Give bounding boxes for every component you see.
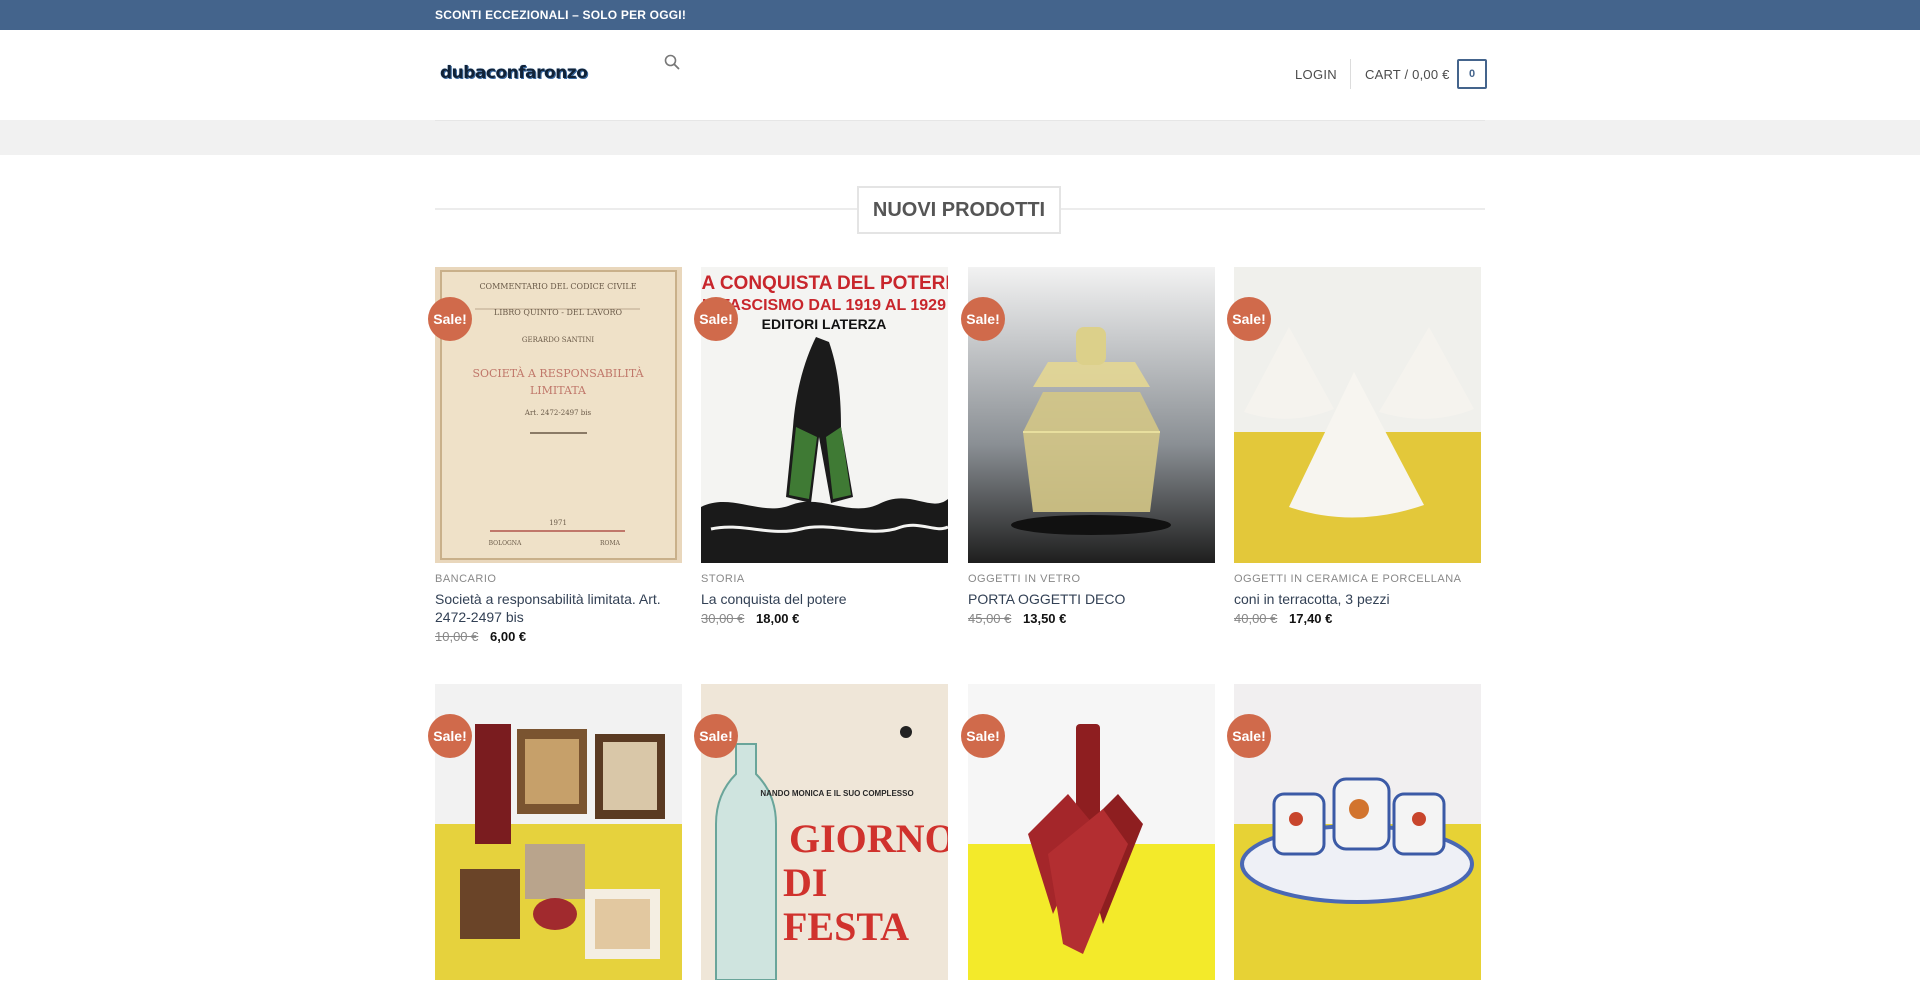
product-image[interactable]: NANDO MONICA E IL SUO COMPLESSO GIORNO D… (701, 684, 948, 980)
old-price: 45,00 € (968, 611, 1012, 626)
book-text-4: SOCIETÀ A RESPONSABILITÀ (472, 366, 644, 380)
book-text-2: LIBRO QUINTO - DEL LAVORO (494, 308, 623, 317)
section-header: NUOVI PRODOTTI (435, 186, 1485, 234)
product-name[interactable]: PORTA OGGETTI DECO (968, 590, 1208, 608)
sale-badge: Sale! (961, 297, 1005, 341)
book-text-1: LA CONQUISTA DEL POTERE (701, 273, 948, 294)
book-text-9: ROMA (600, 540, 621, 547)
product-image[interactable] (1234, 684, 1481, 980)
book-text-7: 1971 (549, 519, 567, 527)
login-link[interactable]: LOGIN (1295, 67, 1337, 82)
book-text-1: COMMENTARIO DEL CODICE CIVILE (479, 282, 636, 291)
sale-badge: Sale! (1227, 297, 1271, 341)
header-separator (435, 120, 1485, 121)
announcement-text: SCONTI ECCEZIONALI – SOLO PER OGGI! (435, 8, 687, 22)
product-image[interactable] (1234, 267, 1481, 563)
product-prices: 45,00 € 13,50 € (968, 611, 1066, 626)
product-prices: 30,00 € 18,00 € (701, 611, 799, 626)
book-text-5: LIMITATA (530, 384, 587, 397)
record-text-1: NANDO MONICA E IL SUO COMPLESSO (760, 789, 913, 798)
product-image[interactable]: COMMENTARIO DEL CODICE CIVILE LIBRO QUIN… (435, 267, 682, 563)
top-announcement-bar: SCONTI ECCEZIONALI – SOLO PER OGGI! (0, 0, 1920, 30)
sale-badge: Sale! (428, 714, 472, 758)
product-image[interactable] (968, 267, 1215, 563)
product-name[interactable]: coni in terracotta, 3 pezzi (1234, 590, 1474, 608)
sale-badge: Sale! (1227, 714, 1271, 758)
site-header: dubaconfaronzo LOGIN CART / 0,00 € 0 (0, 30, 1920, 121)
gray-band (0, 120, 1920, 155)
product-name[interactable]: Società a responsabilità limitata. Art. … (435, 590, 675, 626)
site-logo[interactable]: dubaconfaronzo (440, 64, 632, 82)
old-price: 30,00 € (701, 611, 745, 626)
book-text-3: GERARDO SANTINI (522, 336, 594, 344)
record-text-2: GIORNO (789, 816, 948, 861)
book-text-6: Art. 2472-2497 bis (524, 409, 592, 417)
product-image[interactable] (968, 684, 1215, 980)
cart-count-badge[interactable]: 0 (1457, 59, 1487, 89)
product-image[interactable] (435, 684, 682, 980)
product-name[interactable]: La conquista del potere (701, 590, 941, 608)
product-image[interactable]: LA CONQUISTA DEL POTERE IL FASCISMO DAL … (701, 267, 948, 563)
sale-price: 13,50 € (1023, 611, 1067, 626)
product-category[interactable]: BANCARIO (435, 573, 496, 585)
search-icon[interactable] (664, 54, 680, 110)
sale-price: 6,00 € (490, 629, 527, 644)
record-text-3: DI (783, 860, 827, 905)
product-category[interactable]: STORIA (701, 573, 745, 585)
sale-price: 17,40 € (1289, 611, 1333, 626)
old-price: 10,00 € (435, 629, 479, 644)
header-divider (1350, 59, 1351, 89)
sale-badge: Sale! (961, 714, 1005, 758)
sale-price: 18,00 € (756, 611, 800, 626)
product-prices: 10,00 € 6,00 € (435, 629, 526, 644)
old-price: 40,00 € (1234, 611, 1278, 626)
sale-badge: Sale! (694, 714, 738, 758)
book-text-3: EDITORI LATERZA (762, 316, 887, 332)
section-title: NUOVI PRODOTTI (857, 186, 1061, 234)
cart-link[interactable]: CART / 0,00 € (1365, 67, 1450, 82)
product-category[interactable]: OGGETTI IN CERAMICA E PORCELLANA (1234, 573, 1462, 585)
book-text-8: BOLOGNA (489, 540, 522, 547)
product-category[interactable]: OGGETTI IN VETRO (968, 573, 1081, 585)
book-text-2: IL FASCISMO DAL 1919 AL 1929 (702, 297, 946, 314)
sale-badge: Sale! (428, 297, 472, 341)
product-prices: 40,00 € 17,40 € (1234, 611, 1332, 626)
record-text-4: FESTA (783, 904, 909, 949)
sale-badge: Sale! (694, 297, 738, 341)
